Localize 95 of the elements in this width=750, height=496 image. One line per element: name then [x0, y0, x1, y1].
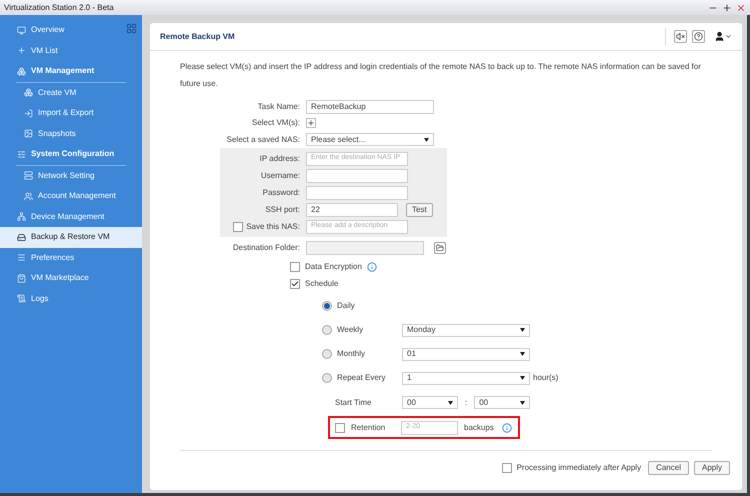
boxes-icon — [17, 66, 26, 76]
caret-icon — [520, 328, 525, 332]
caret-icon — [448, 400, 453, 404]
option-label: Schedule — [305, 278, 338, 290]
retention-label: Retention — [351, 422, 386, 434]
bag-icon — [17, 274, 26, 283]
dropdown[interactable]: 00 — [474, 396, 530, 409]
option-label: Data Encryption — [305, 260, 362, 272]
network-icon — [17, 212, 26, 222]
input-field[interactable]: 22 — [306, 202, 398, 216]
sidebar-item[interactable]: VM Management — [0, 61, 142, 82]
sidebar-item[interactable]: Overview — [0, 20, 142, 40]
field-label: Task Name: — [256, 100, 300, 112]
mute-icon — [676, 32, 685, 41]
boxes-icon — [24, 88, 33, 98]
sidebar-item[interactable]: VM Marketplace — [0, 268, 142, 288]
radio-label: Repeat Every — [337, 372, 386, 384]
field-label: IP address: — [258, 152, 300, 164]
import-icon — [24, 108, 33, 118]
field-label: Destination Folder: — [232, 242, 300, 254]
sidebar-item[interactable]: Device Management — [0, 206, 142, 227]
maximize-icon[interactable] — [722, 2, 732, 12]
checkbox[interactable] — [335, 422, 345, 432]
list-icon — [17, 253, 26, 262]
test-button[interactable]: Test — [406, 202, 433, 216]
help-icon — [694, 32, 703, 41]
add-button[interactable] — [306, 118, 316, 128]
caret-icon — [424, 138, 429, 142]
mute-button[interactable] — [674, 30, 687, 43]
field-label: SSH port: — [264, 204, 300, 216]
field-label: Username: — [260, 170, 300, 182]
dropdown[interactable]: 00 — [402, 396, 458, 409]
sidebar-item[interactable]: System Configuration — [0, 144, 142, 164]
field-label: Save this NAS: — [246, 220, 300, 232]
radio-button[interactable] — [322, 301, 332, 311]
caret-icon — [725, 33, 732, 40]
radio-label: Weekly — [337, 324, 364, 336]
radio-button[interactable] — [322, 373, 332, 383]
cancel-button[interactable]: Cancel — [648, 461, 689, 475]
field-label: Select VM(s): — [250, 117, 300, 129]
field-label: Password: — [262, 186, 300, 198]
sidebar-item[interactable]: Network Setting — [0, 166, 142, 186]
input-field[interactable]: RemoteBackup — [306, 100, 434, 114]
dropdown[interactable]: Monday — [402, 324, 530, 336]
sidebar-item[interactable]: Preferences — [0, 248, 142, 268]
caret-icon — [520, 352, 525, 356]
dropdown[interactable]: 01 — [402, 348, 530, 360]
input-field[interactable] — [306, 168, 408, 182]
sidebar-item[interactable]: Import & Export — [0, 103, 142, 124]
scroll-icon — [17, 294, 26, 304]
panel-title: Remote Backup VM — [160, 30, 235, 42]
unit-label: backups — [464, 422, 494, 434]
apply-button[interactable]: Apply — [694, 461, 730, 475]
radio-button[interactable] — [322, 349, 332, 359]
sidebar-item[interactable]: VM List — [0, 40, 142, 61]
input-field[interactable] — [306, 240, 424, 254]
checkbox[interactable] — [502, 463, 512, 473]
sidebar-item[interactable]: Snapshots — [0, 124, 142, 144]
layout-icon[interactable] — [126, 23, 137, 34]
sidebar-item[interactable]: Account Management — [0, 186, 142, 206]
description: Please select VM(s) and insert the IP address and login credentials of the remote NAS to back up to. The remote NAS information can be saved for future use. — [179, 61, 702, 90]
dropdown[interactable]: Please select... — [306, 133, 434, 146]
caret-icon — [520, 376, 525, 380]
checkbox[interactable] — [290, 278, 300, 288]
help-button[interactable] — [692, 30, 705, 43]
caret-icon — [520, 400, 526, 404]
drive-icon — [17, 232, 26, 242]
info-icon[interactable] — [366, 262, 377, 272]
radio-label: Monthly — [337, 348, 366, 360]
radio-label: Daily — [337, 300, 356, 312]
image-icon — [24, 129, 33, 138]
time-separator: : — [465, 396, 468, 408]
window-title: Virtualization Station 2.0 - Beta — [4, 2, 114, 14]
users-icon — [24, 192, 33, 201]
checkbox[interactable] — [290, 262, 300, 272]
start-time-label: Start Time — [335, 396, 372, 408]
checkbox[interactable] — [233, 222, 244, 232]
processing-label: Processing immediately after Apply — [516, 462, 642, 474]
monitor-icon — [17, 26, 26, 35]
plus-icon — [17, 46, 26, 56]
field-label: Select a saved NAS: — [226, 134, 300, 146]
user-icon — [714, 31, 725, 42]
sidebar-item[interactable]: Create VM — [0, 82, 142, 103]
radio-button[interactable] — [322, 325, 332, 335]
dropdown[interactable]: 1 — [402, 372, 530, 384]
close-icon[interactable] — [736, 2, 746, 12]
sidebar-item[interactable]: Backup & Restore VM — [0, 227, 142, 248]
user-menu-button[interactable] — [714, 31, 732, 42]
sliders-icon — [17, 150, 26, 159]
input-field[interactable] — [306, 186, 408, 200]
sidebar-item[interactable]: Logs — [0, 288, 142, 309]
unit-label: hour(s) — [533, 372, 558, 384]
info-icon[interactable] — [502, 422, 512, 432]
folder-button[interactable] — [434, 242, 446, 254]
server-icon — [24, 171, 33, 180]
